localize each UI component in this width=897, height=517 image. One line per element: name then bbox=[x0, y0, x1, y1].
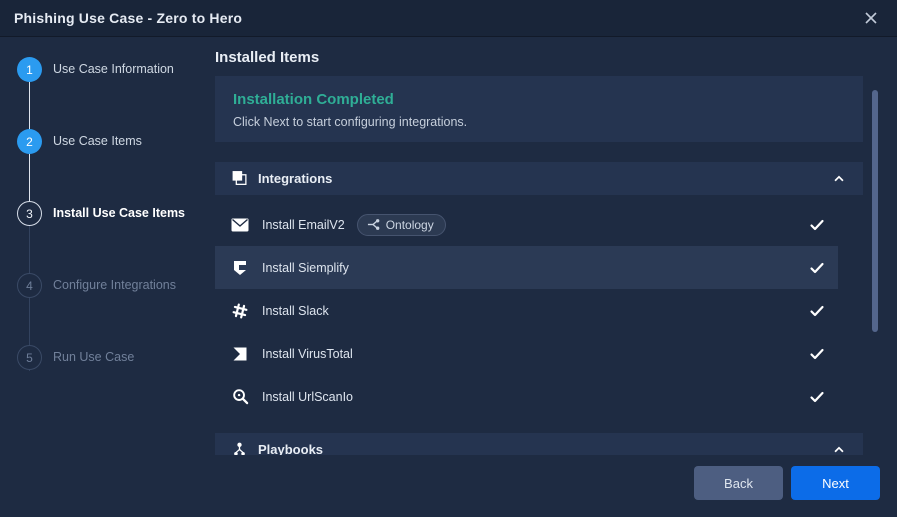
next-button[interactable]: Next bbox=[791, 466, 880, 500]
installation-status-title: Installation Completed bbox=[233, 91, 845, 108]
installed-check-icon bbox=[809, 389, 825, 405]
section-label: Integrations bbox=[258, 171, 332, 186]
installation-status-subtitle: Click Next to start configuring integrat… bbox=[233, 115, 845, 129]
chevron-up-icon[interactable] bbox=[831, 171, 847, 187]
step-number-circle: 4 bbox=[17, 273, 42, 298]
virustotal-icon bbox=[230, 344, 250, 364]
step-number-circle: 2 bbox=[17, 129, 42, 154]
list-item-install-emailv2[interactable]: Install EmailV2 Ontology bbox=[215, 203, 838, 246]
dialog-title: Phishing Use Case - Zero to Hero bbox=[14, 10, 242, 26]
stepper-step-install-use-case-items[interactable]: 3 Install Use Case Items bbox=[17, 201, 207, 273]
step-number-circle: 3 bbox=[17, 201, 42, 226]
siemplify-icon bbox=[230, 258, 250, 278]
titlebar: Phishing Use Case - Zero to Hero bbox=[0, 0, 897, 37]
list-item-label: Install Slack bbox=[262, 304, 329, 318]
list-item-install-urlscanio[interactable]: Install UrlScanIo bbox=[215, 375, 838, 418]
list-item-install-virustotal[interactable]: Install VirusTotal bbox=[215, 332, 838, 375]
installation-status-banner: Installation Completed Click Next to sta… bbox=[215, 76, 863, 142]
section-header-integrations[interactable]: Integrations bbox=[215, 162, 863, 195]
back-button[interactable]: Back bbox=[694, 466, 783, 500]
wizard-dialog: Phishing Use Case - Zero to Hero 1 Use C… bbox=[0, 0, 897, 517]
installed-check-icon bbox=[809, 260, 825, 276]
integrations-icon bbox=[231, 170, 248, 187]
list-item-install-siemplify[interactable]: Install Siemplify bbox=[215, 246, 838, 289]
step-label: Use Case Items bbox=[53, 129, 142, 154]
chevron-up-icon[interactable] bbox=[831, 442, 847, 456]
installed-check-icon bbox=[809, 217, 825, 233]
stepper-step-use-case-information[interactable]: 1 Use Case Information bbox=[17, 57, 207, 129]
section-header-playbooks[interactable]: Playbooks bbox=[215, 433, 863, 455]
list-item-label: Install UrlScanIo bbox=[262, 390, 353, 404]
step-label: Use Case Information bbox=[53, 57, 174, 82]
search-icon bbox=[230, 387, 250, 407]
step-number-circle: 1 bbox=[17, 57, 42, 82]
installed-check-icon bbox=[809, 303, 825, 319]
list-item-label: Install VirusTotal bbox=[262, 347, 353, 361]
page-title: Installed Items bbox=[215, 49, 319, 66]
step-number-circle: 5 bbox=[17, 345, 42, 370]
scrollbar-thumb[interactable] bbox=[872, 90, 878, 332]
list-item-label: Install Siemplify bbox=[262, 261, 349, 275]
integrations-list: Install EmailV2 Ontology bbox=[215, 203, 838, 418]
section-label: Playbooks bbox=[258, 442, 323, 455]
ontology-badge[interactable]: Ontology bbox=[357, 214, 446, 236]
installed-items-scroll-area: Installation Completed Click Next to sta… bbox=[215, 74, 863, 455]
step-label: Install Use Case Items bbox=[53, 201, 185, 226]
playbooks-icon bbox=[231, 441, 248, 455]
stepper-step-configure-integrations[interactable]: 4 Configure Integrations bbox=[17, 273, 207, 345]
wizard-stepper: 1 Use Case Information 2 Use Case Items … bbox=[17, 57, 207, 417]
list-item-install-slack[interactable]: Install Slack bbox=[215, 289, 838, 332]
step-label: Configure Integrations bbox=[53, 273, 176, 298]
email-icon bbox=[230, 215, 250, 235]
installed-check-icon bbox=[809, 346, 825, 362]
stepper-step-run-use-case[interactable]: 5 Run Use Case bbox=[17, 345, 207, 417]
branch-icon bbox=[367, 218, 380, 231]
step-label: Run Use Case bbox=[53, 345, 134, 370]
stepper-step-use-case-items[interactable]: 2 Use Case Items bbox=[17, 129, 207, 201]
list-item-label: Install EmailV2 bbox=[262, 218, 345, 232]
badge-label: Ontology bbox=[386, 218, 434, 232]
close-icon[interactable] bbox=[861, 8, 881, 28]
slack-icon bbox=[230, 301, 250, 321]
